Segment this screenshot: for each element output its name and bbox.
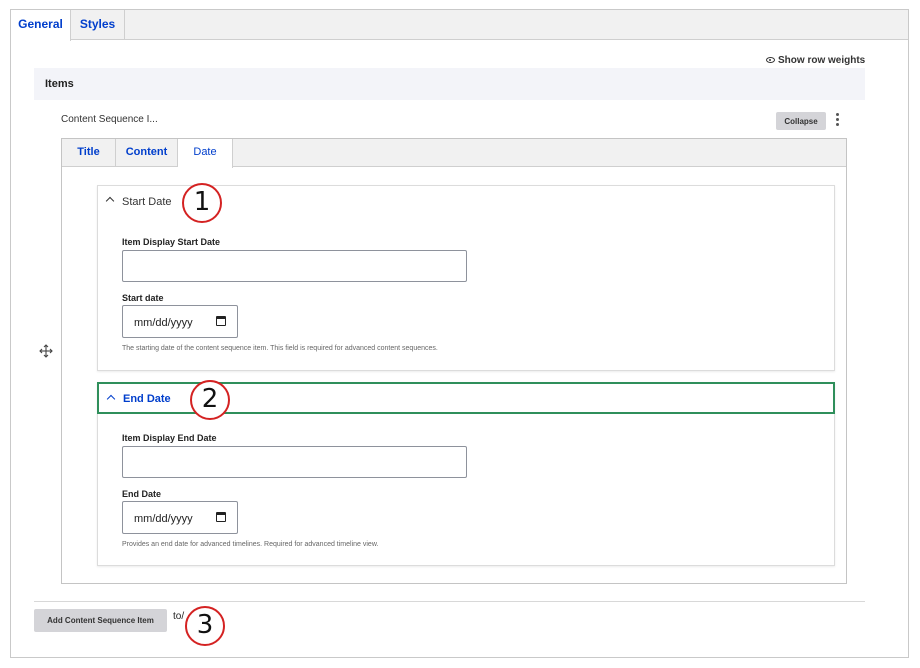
item-display-start-date-label: Item Display Start Date: [122, 237, 221, 247]
eye-icon: [766, 57, 775, 63]
content-sequence-label: Content Sequence I...: [61, 114, 158, 125]
calendar-icon[interactable]: [216, 316, 226, 326]
start-date-placeholder: mm/dd/yyyy: [134, 317, 193, 329]
tab-styles[interactable]: Styles: [71, 10, 125, 40]
show-row-weights-link[interactable]: Show row weights: [766, 55, 865, 66]
item-display-end-date-input[interactable]: [122, 446, 467, 478]
divider: [34, 601, 865, 602]
item-tabs: Title Content Date: [62, 139, 846, 168]
more-actions-icon[interactable]: [836, 113, 840, 129]
tab-date[interactable]: Date: [178, 139, 233, 168]
item-display-end-date-label: Item Display End Date: [122, 433, 217, 443]
collapse-button[interactable]: Collapse: [776, 112, 826, 130]
calendar-icon[interactable]: [216, 512, 226, 522]
content-sequence-item: Title Content Date Start Date Item Displ…: [61, 138, 847, 584]
end-date-description: Provides an end date for advanced timeli…: [122, 541, 379, 548]
annotation-marker-2: 2: [190, 380, 230, 420]
items-title: Items: [45, 78, 74, 90]
tab-general[interactable]: General: [11, 10, 71, 41]
end-date-title: End Date: [123, 393, 171, 405]
start-date-input[interactable]: mm/dd/yyyy: [122, 305, 238, 338]
chevron-up-icon: [105, 196, 115, 206]
show-row-weights-label: Show row weights: [778, 55, 866, 66]
items-header: Items: [34, 68, 865, 100]
annotation-marker-1: 1: [182, 183, 222, 223]
end-date-placeholder: mm/dd/yyyy: [134, 513, 193, 525]
drag-handle-icon[interactable]: [39, 344, 53, 358]
tab-title[interactable]: Title: [62, 139, 116, 167]
tab-content[interactable]: Content: [116, 139, 178, 167]
chevron-up-icon: [106, 394, 116, 404]
item-display-start-date-input[interactable]: [122, 250, 467, 282]
end-date-label: End Date: [122, 489, 162, 499]
start-date-label: Start date: [122, 293, 164, 303]
annotation-marker-3: 3: [185, 606, 225, 646]
to-text: to/: [173, 611, 185, 622]
start-date-title: Start Date: [122, 196, 172, 208]
add-content-sequence-item-button[interactable]: Add Content Sequence Item: [34, 609, 167, 632]
top-tabs: General Styles: [11, 10, 908, 41]
end-date-input[interactable]: mm/dd/yyyy: [122, 501, 238, 534]
start-date-description: The starting date of the content sequenc…: [122, 345, 438, 352]
